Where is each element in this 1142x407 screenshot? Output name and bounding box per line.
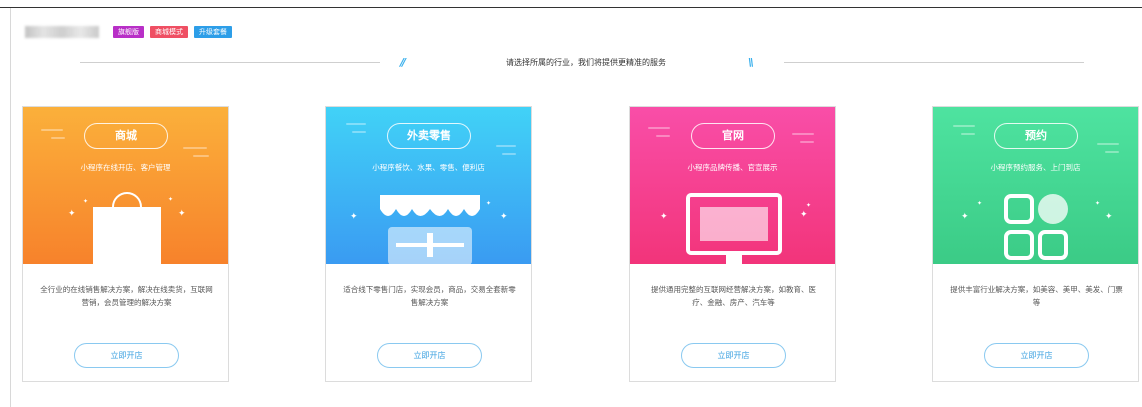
- decor-line: [1105, 151, 1119, 153]
- decor-line: [656, 135, 670, 137]
- decor-line: [792, 133, 814, 135]
- storefront-icon: [380, 195, 480, 264]
- sparkle-icon: ✦: [486, 200, 492, 207]
- card-banner: 外卖零售 小程序餐饮、水果、零售、便利店 ✦ ✦ ✦: [326, 107, 531, 264]
- decor-line: [800, 141, 814, 143]
- card-title: 官网: [691, 123, 775, 149]
- card-banner: 商城 小程序在线开店、客户管理 ✦ ✦ ✦ ✦: [23, 107, 228, 264]
- edition-tag: 旗舰版: [113, 26, 144, 38]
- decor-line: [51, 137, 65, 139]
- decor-line: [953, 125, 975, 127]
- card-subtitle: 小程序品牌传播、官宣展示: [687, 163, 778, 172]
- double-slash-icon: \\: [748, 56, 754, 69]
- card-title: 商城: [84, 123, 168, 149]
- decor-line: [183, 147, 207, 149]
- sparkle-icon: ✦: [800, 210, 808, 220]
- blurred-account-name: [25, 26, 99, 38]
- card-description: 提供丰富行业解决方案，如美容、美甲、美发、门票等: [950, 285, 1123, 307]
- card-description: 适合线下零售门店，实现会员，商品，交易全套新零售解决方案: [343, 285, 516, 307]
- card-banner: 预约 小程序预约服务、上门到店 ✦ ✦ ✦ ✦: [933, 107, 1138, 264]
- decor-line: [502, 153, 516, 155]
- decor-line: [352, 131, 366, 133]
- divider-prompt: 请选择所属的行业，我们将提供更精准的服务: [506, 58, 666, 67]
- shopping-bag-icon: [93, 192, 161, 264]
- industry-card-retail: 外卖零售 小程序餐饮、水果、零售、便利店 ✦ ✦ ✦ 适合线下零售门店，实现会员…: [325, 106, 532, 382]
- open-store-button[interactable]: 立即开店: [681, 343, 786, 368]
- open-store-button[interactable]: 立即开店: [377, 343, 482, 368]
- open-store-button[interactable]: 立即开店: [984, 343, 1089, 368]
- sparkle-icon: ✦: [168, 196, 174, 203]
- mode-tag: 商城模式: [150, 26, 188, 38]
- account-header: 旗舰版 商城模式 升级套餐: [25, 25, 232, 39]
- sparkle-icon: ✦: [1095, 200, 1101, 207]
- divider-line-left: [80, 62, 380, 63]
- decor-line: [961, 133, 975, 135]
- monitor-icon: [686, 193, 782, 264]
- industry-card-mall: 商城 小程序在线开店、客户管理 ✦ ✦ ✦ ✦ 全行业的在线销售解决方案，解决在…: [22, 106, 229, 382]
- decor-line: [1097, 143, 1119, 145]
- decor-line: [346, 123, 366, 125]
- open-store-button[interactable]: 立即开店: [74, 343, 179, 368]
- sparkle-icon: ✦: [1105, 212, 1113, 222]
- card-title: 外卖零售: [387, 123, 471, 149]
- sparkle-icon: ✦: [350, 212, 358, 222]
- card-title: 预约: [994, 123, 1078, 149]
- sparkle-icon: ✦: [83, 198, 89, 205]
- card-subtitle: 小程序餐饮、水果、零售、便利店: [372, 163, 485, 172]
- divider-line-right: [784, 62, 1084, 63]
- double-slash-icon: //: [400, 56, 406, 69]
- apps-grid-icon: [1004, 194, 1068, 260]
- industry-card-booking: 预约 小程序预约服务、上门到店 ✦ ✦ ✦ ✦ 提供丰富行业解决方案，如美容、美…: [932, 106, 1139, 382]
- decor-line: [496, 145, 516, 147]
- card-subtitle: 小程序预约服务、上门到店: [990, 163, 1081, 172]
- industry-divider: // 请选择所属的行业，我们将提供更精准的服务 \\: [80, 56, 1084, 70]
- window-top-border: [0, 0, 1142, 8]
- sparkle-icon: ✦: [806, 202, 812, 209]
- industry-card-website: 官网 小程序品牌传播、官宣展示 ✦ ✦ ✦ 提供通用完整的互联网经营解决方案，如…: [629, 106, 836, 382]
- window-left-border: [10, 8, 11, 407]
- sparkle-icon: ✦: [178, 209, 186, 219]
- card-description: 全行业的在线销售解决方案，解决在线卖货，互联网营销，会员管理的解决方案: [40, 285, 213, 307]
- decor-line: [193, 155, 209, 157]
- card-subtitle: 小程序在线开店、客户管理: [80, 163, 171, 172]
- upgrade-tag[interactable]: 升级套餐: [194, 26, 232, 38]
- sparkle-icon: ✦: [961, 212, 969, 222]
- decor-line: [648, 127, 670, 129]
- sparkle-icon: ✦: [660, 212, 668, 222]
- sparkle-icon: ✦: [68, 209, 76, 219]
- card-banner: 官网 小程序品牌传播、官宣展示 ✦ ✦ ✦: [630, 107, 835, 264]
- sparkle-icon: ✦: [977, 200, 983, 207]
- card-description: 提供通用完整的互联网经营解决方案，如教育、医疗、金融、房产、汽车等: [651, 285, 816, 307]
- decor-line: [41, 129, 63, 131]
- sparkle-icon: ✦: [500, 212, 508, 222]
